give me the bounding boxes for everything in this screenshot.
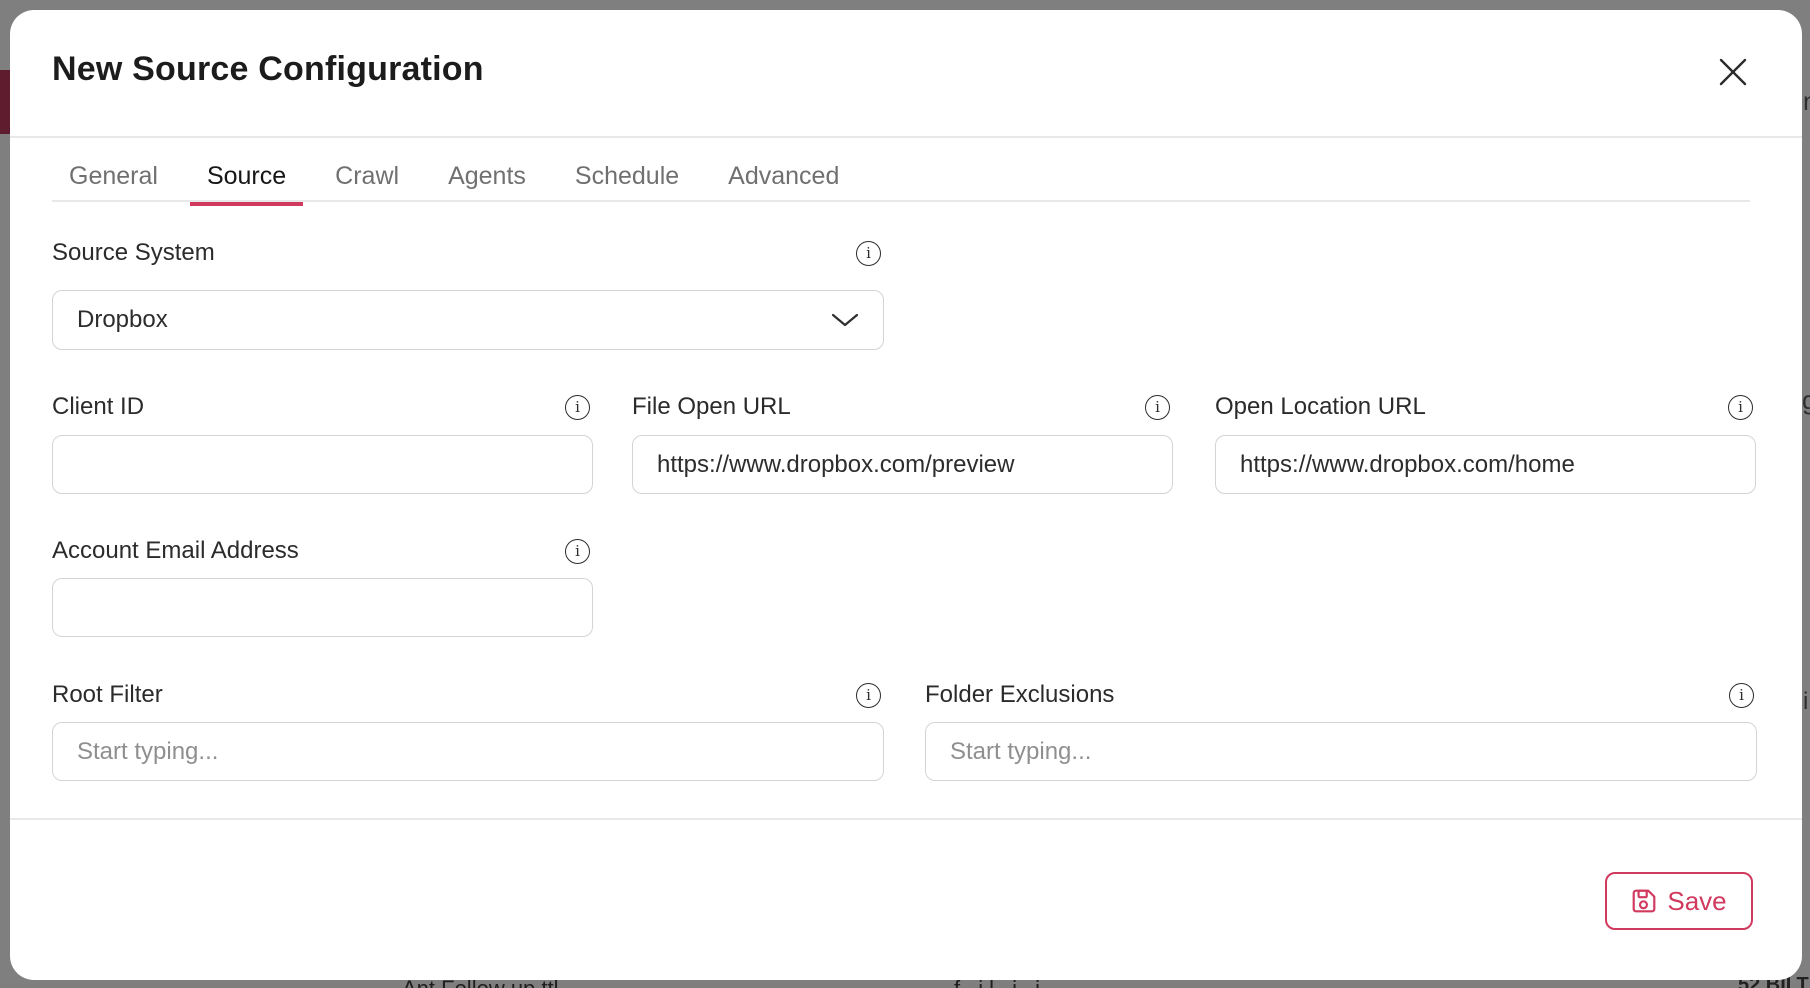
dialog-tabs: General Source Crawl Agents Schedule Adv…: [69, 150, 839, 202]
tab-source[interactable]: Source: [207, 150, 286, 202]
root-filter-field-group: Root Filter i: [52, 680, 884, 781]
save-button-label: Save: [1667, 886, 1726, 917]
title-divider: [10, 136, 1802, 138]
tab-crawl[interactable]: Crawl: [335, 150, 399, 202]
root-filter-input[interactable]: [52, 722, 884, 781]
folder-exclusions-field-group: Folder Exclusions i: [925, 680, 1757, 781]
client-id-label: Client ID: [52, 393, 144, 421]
backdrop-text-fragment: i: [1803, 688, 1808, 716]
open-location-url-field-group: Open Location URL i: [1215, 392, 1756, 494]
file-open-url-label: File Open URL: [632, 393, 791, 421]
source-system-select[interactable]: Dropbox: [52, 290, 884, 350]
client-id-field-group: Client ID i: [52, 392, 593, 494]
floppy-disk-icon: [1631, 888, 1657, 914]
info-icon[interactable]: i: [565, 539, 590, 564]
file-open-url-input[interactable]: [632, 435, 1173, 494]
info-icon[interactable]: i: [1728, 395, 1753, 420]
tab-general[interactable]: General: [69, 150, 158, 202]
info-icon[interactable]: i: [856, 241, 881, 266]
dialog-title: New Source Configuration: [52, 50, 484, 89]
client-id-input[interactable]: [52, 435, 593, 494]
info-icon[interactable]: i: [856, 683, 881, 708]
source-system-label: Source System: [52, 239, 215, 267]
footer-divider: [10, 818, 1802, 820]
chevron-down-icon: [831, 313, 859, 327]
info-icon[interactable]: i: [1145, 395, 1170, 420]
close-button[interactable]: [1711, 50, 1755, 94]
account-email-field-group: Account Email Address i: [52, 536, 593, 637]
tab-advanced[interactable]: Advanced: [728, 150, 839, 202]
backdrop-maroon-fragment: [0, 70, 10, 134]
source-system-selected-value: Dropbox: [77, 306, 168, 334]
open-location-url-label: Open Location URL: [1215, 393, 1426, 421]
folder-exclusions-input[interactable]: [925, 722, 1757, 781]
tab-agents[interactable]: Agents: [448, 150, 526, 202]
new-source-configuration-dialog: New Source Configuration General Source …: [10, 10, 1802, 980]
backdrop-text-fragment: n: [1803, 86, 1810, 117]
close-icon: [1718, 57, 1748, 87]
info-icon[interactable]: i: [565, 395, 590, 420]
backdrop-text-fragment: g: [1802, 385, 1810, 416]
source-system-field-group: Source System i Dropbox: [52, 238, 884, 350]
tabs-divider: [52, 200, 1750, 202]
open-location-url-input[interactable]: [1215, 435, 1756, 494]
tab-schedule[interactable]: Schedule: [575, 150, 679, 202]
account-email-input[interactable]: [52, 578, 593, 637]
save-button[interactable]: Save: [1605, 872, 1753, 930]
info-icon[interactable]: i: [1729, 683, 1754, 708]
folder-exclusions-label: Folder Exclusions: [925, 681, 1114, 709]
root-filter-label: Root Filter: [52, 681, 163, 709]
file-open-url-field-group: File Open URL i: [632, 392, 1173, 494]
account-email-label: Account Email Address: [52, 537, 299, 565]
